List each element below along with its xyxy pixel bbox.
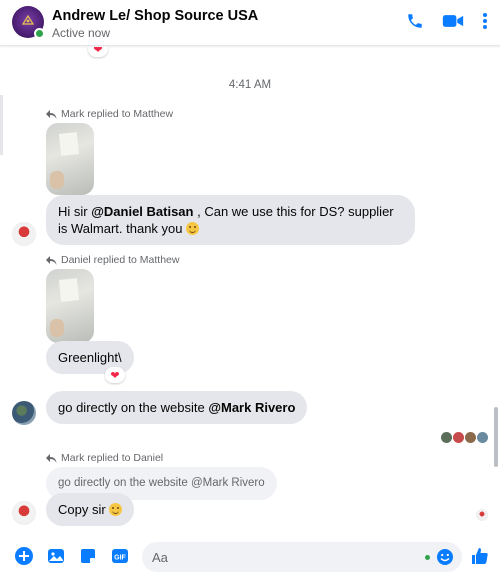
smile-emoji-icon <box>109 503 123 516</box>
seen-avatar <box>441 432 452 443</box>
message-input-box[interactable] <box>142 542 462 572</box>
reaction-badge[interactable]: ❤ <box>105 367 125 383</box>
dots-vertical-icon[interactable] <box>482 12 488 30</box>
seen-avatar <box>476 509 488 521</box>
message-text: Greenlight\ <box>58 350 122 365</box>
shop-logo-icon <box>21 14 35 25</box>
heart-icon: ❤ <box>93 47 103 56</box>
scrollbar[interactable] <box>494 47 498 533</box>
contact-avatar[interactable] <box>12 6 45 39</box>
emoji-icon[interactable] <box>436 548 454 566</box>
photo-icon[interactable] <box>46 546 66 566</box>
plus-circle-icon[interactable] <box>14 546 34 566</box>
message-text: go directly on the website <box>58 400 209 415</box>
gif-icon[interactable]: GIF <box>110 546 130 566</box>
smile-emoji-icon <box>186 222 200 235</box>
seen-avatar <box>477 432 488 443</box>
thumbs-up-icon[interactable] <box>470 546 490 566</box>
message-list[interactable]: ❤ 4:41 AM Mark replied to Matthew Hi sir… <box>0 47 500 533</box>
message-bubble[interactable]: go directly on the website @Mark Rivero <box>46 391 308 424</box>
replied-image-thumbnail[interactable] <box>46 269 94 343</box>
video-camera-icon[interactable] <box>442 12 464 30</box>
reply-indicator: Daniel replied to Matthew <box>46 254 179 266</box>
reply-indicator: Mark replied to Matthew <box>46 108 173 120</box>
quoted-text: go directly on the website @Mark Rivero <box>58 477 265 489</box>
sender-avatar[interactable] <box>12 501 36 525</box>
sticker-icon[interactable] <box>78 546 98 566</box>
composer-bar: GIF <box>0 534 500 581</box>
message-bubble[interactable]: Copy sir <box>46 493 135 526</box>
status-dot <box>425 555 430 560</box>
reaction-badge[interactable]: ❤ <box>88 47 108 57</box>
scroll-rule <box>0 95 3 155</box>
message-bubble[interactable]: Hi sir @Daniel Batisan , Can we use this… <box>46 195 415 245</box>
phone-icon[interactable] <box>406 12 424 30</box>
header-actions <box>406 12 488 30</box>
seen-avatar <box>465 432 476 443</box>
reply-note-text: Mark replied to Daniel <box>61 452 164 464</box>
reply-note-text: Mark replied to Matthew <box>61 108 174 120</box>
mention-link[interactable]: @Mark Rivero <box>208 400 295 415</box>
contact-status: Active now <box>52 26 111 40</box>
seen-avatar <box>453 432 464 443</box>
conversation-header: Andrew Le/ Shop Source USA Active now <box>0 0 500 46</box>
reply-arrow-icon <box>46 453 57 463</box>
read-receipts <box>441 432 488 443</box>
sender-avatar[interactable] <box>12 222 36 246</box>
message-input[interactable] <box>152 548 412 566</box>
message-text: Hi sir <box>58 204 92 219</box>
scrollbar-thumb[interactable] <box>494 407 498 467</box>
contact-name[interactable]: Andrew Le/ Shop Source USA <box>52 8 258 24</box>
reply-indicator: Mark replied to Daniel <box>46 452 163 464</box>
message-timestamp: 4:41 AM <box>228 79 272 91</box>
message-text: Copy sir <box>58 502 106 517</box>
reply-arrow-icon <box>46 109 57 119</box>
heart-icon: ❤ <box>110 369 120 382</box>
mention-link[interactable]: @Daniel Batisan <box>91 204 193 219</box>
reply-arrow-icon <box>46 255 57 265</box>
online-indicator <box>34 28 45 39</box>
reply-note-text: Daniel replied to Matthew <box>61 254 180 266</box>
gif-label: GIF <box>114 555 126 562</box>
sender-avatar[interactable] <box>12 401 36 425</box>
composer-tools: GIF <box>14 546 130 566</box>
replied-image-thumbnail[interactable] <box>46 123 94 195</box>
